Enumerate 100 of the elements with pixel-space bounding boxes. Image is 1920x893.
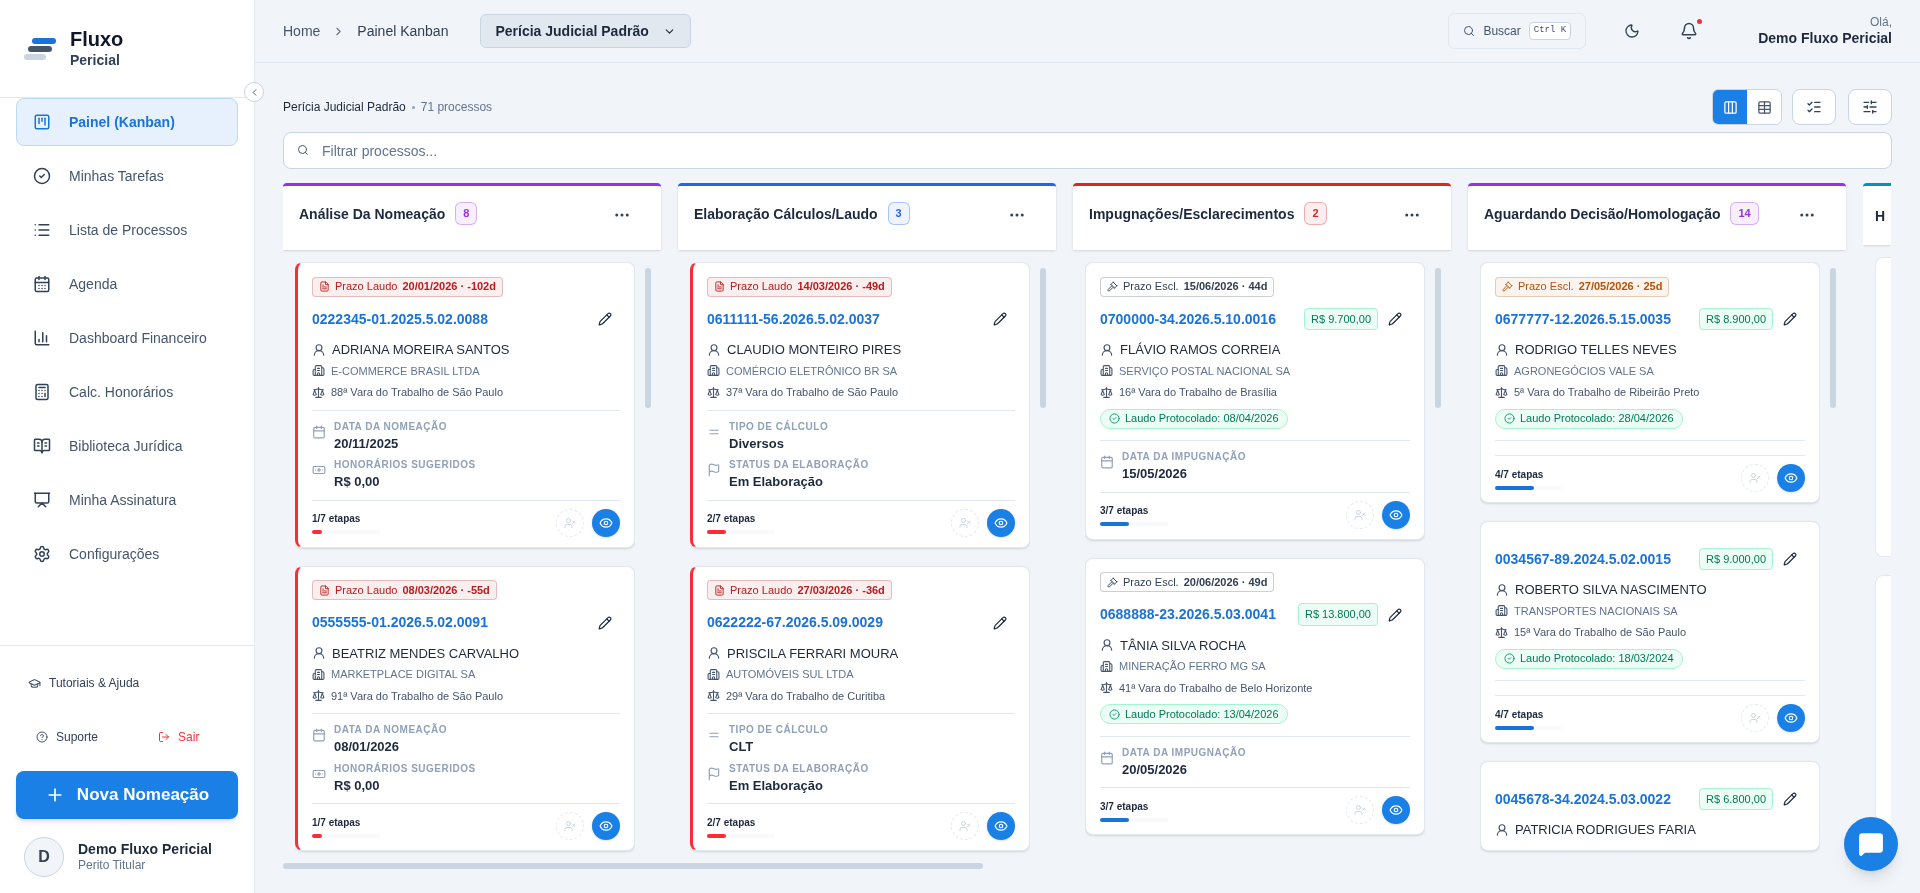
user-avatar: D (24, 837, 64, 877)
table-icon (1756, 99, 1772, 115)
company-name: TRANSPORTES NACIONAIS SA (1514, 603, 1678, 619)
process-number[interactable]: 0688888-23.2026.5.03.0041 (1100, 604, 1276, 625)
protocol-text: Laudo Protocolado: 28/04/2026 (1520, 411, 1674, 427)
nav-item[interactable]: Lista de Processos (16, 206, 238, 254)
process-card[interactable]: 0034567-89.2024.5.02.0015 R$ 9.000,00 ROBERTO SILVA NASCIMENTO TRANSPORTES NACIONAIS SA 15ª Vara do Trabalho de São Paulo Laudo Protocolado: 18/03/2024 4/7 etapas (1480, 521, 1820, 743)
process-card[interactable]: Prazo Escl. 27/05/2026 · 25d 0677777-12.2026.5.15.0035 R$ 8.900,00 RODRIGO TELLES NEVES AGRONEGÓCIOS VALE SA 5ª Vara do Trabalho de Ribeirão Preto Laudo Protocolado: 28/04/2026 4/7 etapas (1480, 262, 1820, 503)
logout-link[interactable]: Sair (178, 728, 200, 746)
checklist-button[interactable] (1792, 89, 1836, 125)
process-number[interactable]: 0045678-34.2024.5.03.0022 (1495, 788, 1671, 810)
building-icon (1100, 364, 1113, 378)
process-card[interactable] (1085, 262, 1425, 540)
company-name: COMÉRCIO ELETRÔNICO BR SA (726, 363, 898, 379)
column-title: Elaboração Cálculos/Laudo (694, 205, 878, 224)
edit-icon[interactable] (1388, 312, 1402, 326)
scale-icon (1495, 385, 1508, 399)
court-name: 91ª Vara do Trabalho de São Paulo (331, 688, 504, 704)
view-button[interactable] (1382, 796, 1410, 824)
settings-button[interactable] (1848, 89, 1892, 125)
progress-label: 4/7 etapas (1495, 707, 1545, 722)
eye-icon (1389, 803, 1403, 817)
party-name: PRISCILA FERRARI MOURA (727, 644, 899, 663)
deadline-label: Prazo Laudo (335, 279, 398, 295)
moon-icon[interactable] (1624, 23, 1641, 39)
filter-field[interactable]: Filtrar processos... (283, 132, 1892, 169)
person-icon (312, 646, 326, 661)
nav-item[interactable]: Dashboard Financeiro (16, 314, 238, 362)
view-button[interactable] (1777, 464, 1805, 492)
nav-item[interactable]: Minha Assinatura (16, 476, 238, 524)
process-number[interactable]: 0034567-89.2024.5.02.0015 (1495, 548, 1671, 570)
process-card[interactable] (690, 262, 1030, 548)
field-label: DATA DA IMPUGNAÇÃO (1122, 449, 1246, 464)
search-button[interactable]: Buscar Ctrl K (1448, 13, 1587, 49)
edit-icon[interactable] (993, 615, 1007, 630)
nav-item[interactable]: Calc. Honorários (16, 368, 238, 416)
view-button[interactable] (987, 508, 1015, 537)
process-number[interactable]: 0677777-12.2026.5.15.0035 (1495, 308, 1671, 330)
view-toggle[interactable] (1713, 90, 1747, 124)
process-card[interactable] (295, 565, 635, 851)
process-number[interactable]: 0555555-01.2026.5.02.0091 (312, 612, 488, 633)
edit-icon[interactable] (1388, 607, 1402, 622)
new-appointment-button[interactable]: Nova Nomeação (16, 771, 238, 819)
check-circle-icon (1109, 708, 1120, 720)
deadline-date: 20/01/2026 · -102d (402, 279, 496, 295)
edit-icon[interactable] (993, 312, 1007, 326)
process-card[interactable]: 0045678-34.2024.5.03.0022 R$ 6.800,00 PATRICIA RODRIGUES FARIA (1480, 761, 1820, 851)
help-icon (36, 731, 48, 743)
notification-icon[interactable] (1680, 22, 1699, 40)
edit-icon[interactable] (1783, 552, 1797, 566)
support-link[interactable]: Suporte (56, 728, 99, 746)
board-select[interactable]: Perícia Judicial Padrão (480, 14, 691, 48)
scrollbar-thumb[interactable] (1040, 268, 1046, 408)
user-name: Demo Fluxo Pericial (78, 840, 212, 859)
process-card[interactable] (295, 262, 635, 548)
view-button[interactable] (592, 812, 620, 840)
nav-item[interactable]: Painel (Kanban) (16, 98, 238, 146)
check-circle-icon (1109, 413, 1120, 424)
view-button[interactable] (1777, 704, 1805, 732)
process-card[interactable]: Prazo Laudo 27/03/2026 · -36d 0622222-67.2026.5.09.0029 PRISCILA FERRARI MOURA AUTOMÓVEIS SUL LTDA 29ª Vara do Trabalho de Curitiba TIPO DE CÁLCULO CLT STATUS DA ELABORAÇÃO Em Elaboração 2/7 etapas (690, 565, 1030, 851)
person-icon (312, 342, 326, 357)
deadline-label: Prazo Laudo (730, 582, 793, 598)
scale-icon (707, 385, 720, 399)
field-value: 15/05/2026 (1122, 465, 1189, 483)
breadcrumb-link[interactable]: Home (283, 20, 321, 42)
document-icon (319, 281, 330, 292)
view-button[interactable] (592, 508, 620, 537)
horizontal-scrollbar[interactable] (283, 863, 983, 869)
scrollbar-thumb[interactable] (1830, 268, 1836, 408)
view-button[interactable] (1382, 500, 1410, 529)
calendar-icon (33, 275, 51, 293)
process-number[interactable]: 0222345-01.2025.5.02.0088 (312, 308, 488, 330)
scrollbar-thumb[interactable] (645, 268, 651, 408)
deadline-label: Prazo Escl. (1123, 574, 1179, 590)
chat-button[interactable] (1844, 817, 1898, 871)
process-card[interactable] (1085, 557, 1425, 835)
court-name: 15ª Vara do Trabalho de São Paulo (1514, 625, 1687, 640)
nav-item[interactable]: Biblioteca Jurídica (16, 422, 238, 470)
edit-icon[interactable] (598, 312, 612, 326)
process-number[interactable]: 0622222-67.2026.5.09.0029 (707, 612, 883, 633)
nav-item[interactable]: Minhas Tarefas (16, 152, 238, 200)
user-x-icon (564, 820, 576, 832)
deadline-label: Prazo Escl. (1518, 279, 1574, 295)
edit-icon[interactable] (598, 615, 612, 630)
progress-label: 4/7 etapas (1495, 467, 1545, 482)
view-button[interactable] (987, 812, 1015, 840)
edit-icon[interactable] (1783, 312, 1797, 326)
process-number[interactable]: 0611111-56.2026.5.02.0037 (707, 308, 880, 330)
process-number[interactable]: 0700000-34.2026.5.10.0016 (1100, 308, 1276, 330)
value-badge: R$ 8.900,00 (1699, 307, 1773, 331)
help-link[interactable]: Tutoriais & Ajuda (49, 674, 140, 692)
user-x-icon (564, 516, 576, 529)
nav-item[interactable]: Agenda (16, 260, 238, 308)
nav-item[interactable]: Configurações (16, 530, 238, 578)
scrollbar-thumb[interactable] (1435, 268, 1441, 408)
value-badge: R$ 9.000,00 (1699, 547, 1773, 571)
check-circle-icon (1504, 413, 1515, 424)
search-icon (297, 144, 309, 156)
edit-icon[interactable] (1783, 792, 1797, 806)
company-name: MARKETPLACE DIGITAL SA (331, 667, 476, 682)
